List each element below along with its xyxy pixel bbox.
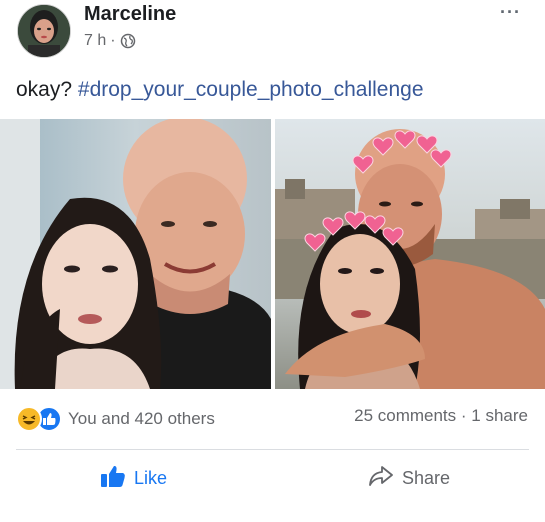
shares-count[interactable]: 1 share <box>471 406 528 425</box>
meta-separator: · <box>110 32 116 49</box>
hashtag-link[interactable]: #drop_your_couple_photo_challenge <box>78 78 424 101</box>
avatar[interactable] <box>17 4 71 58</box>
post-time[interactable]: 7 h <box>84 32 106 50</box>
author-name[interactable]: Marceline <box>84 3 176 26</box>
engagement-counts: 25 comments · 1 share <box>354 406 528 426</box>
reactions-count-text: You and 420 others <box>68 409 215 428</box>
reactions-summary[interactable]: You and 420 others <box>16 406 215 432</box>
globe-icon <box>120 33 136 49</box>
post-meta: 7 h · <box>84 32 136 50</box>
post-header: Marceline 7 h · ··· <box>0 0 545 62</box>
photo-left[interactable] <box>0 119 271 389</box>
comments-count[interactable]: 25 comments <box>354 406 456 425</box>
haha-icon <box>16 406 42 432</box>
thumbs-up-icon <box>100 464 126 493</box>
share-button[interactable]: Share <box>368 464 450 493</box>
photo-grid <box>0 119 545 389</box>
more-options-button[interactable]: ··· <box>500 2 521 23</box>
post-caption: okay? <box>16 78 73 101</box>
share-label: Share <box>402 468 451 488</box>
post-actions-bar: Like Share <box>0 456 545 506</box>
post-text: okay? #drop_your_couple_photo_challenge <box>16 78 424 102</box>
photo-right[interactable] <box>275 119 545 389</box>
share-arrow-icon <box>368 464 394 493</box>
post-stats: You and 420 others 25 comments · 1 share <box>0 400 545 436</box>
counts-separator: · <box>460 406 467 425</box>
like-button[interactable]: Like <box>100 464 167 493</box>
actions-divider <box>16 449 529 450</box>
like-label: Like <box>134 468 168 488</box>
